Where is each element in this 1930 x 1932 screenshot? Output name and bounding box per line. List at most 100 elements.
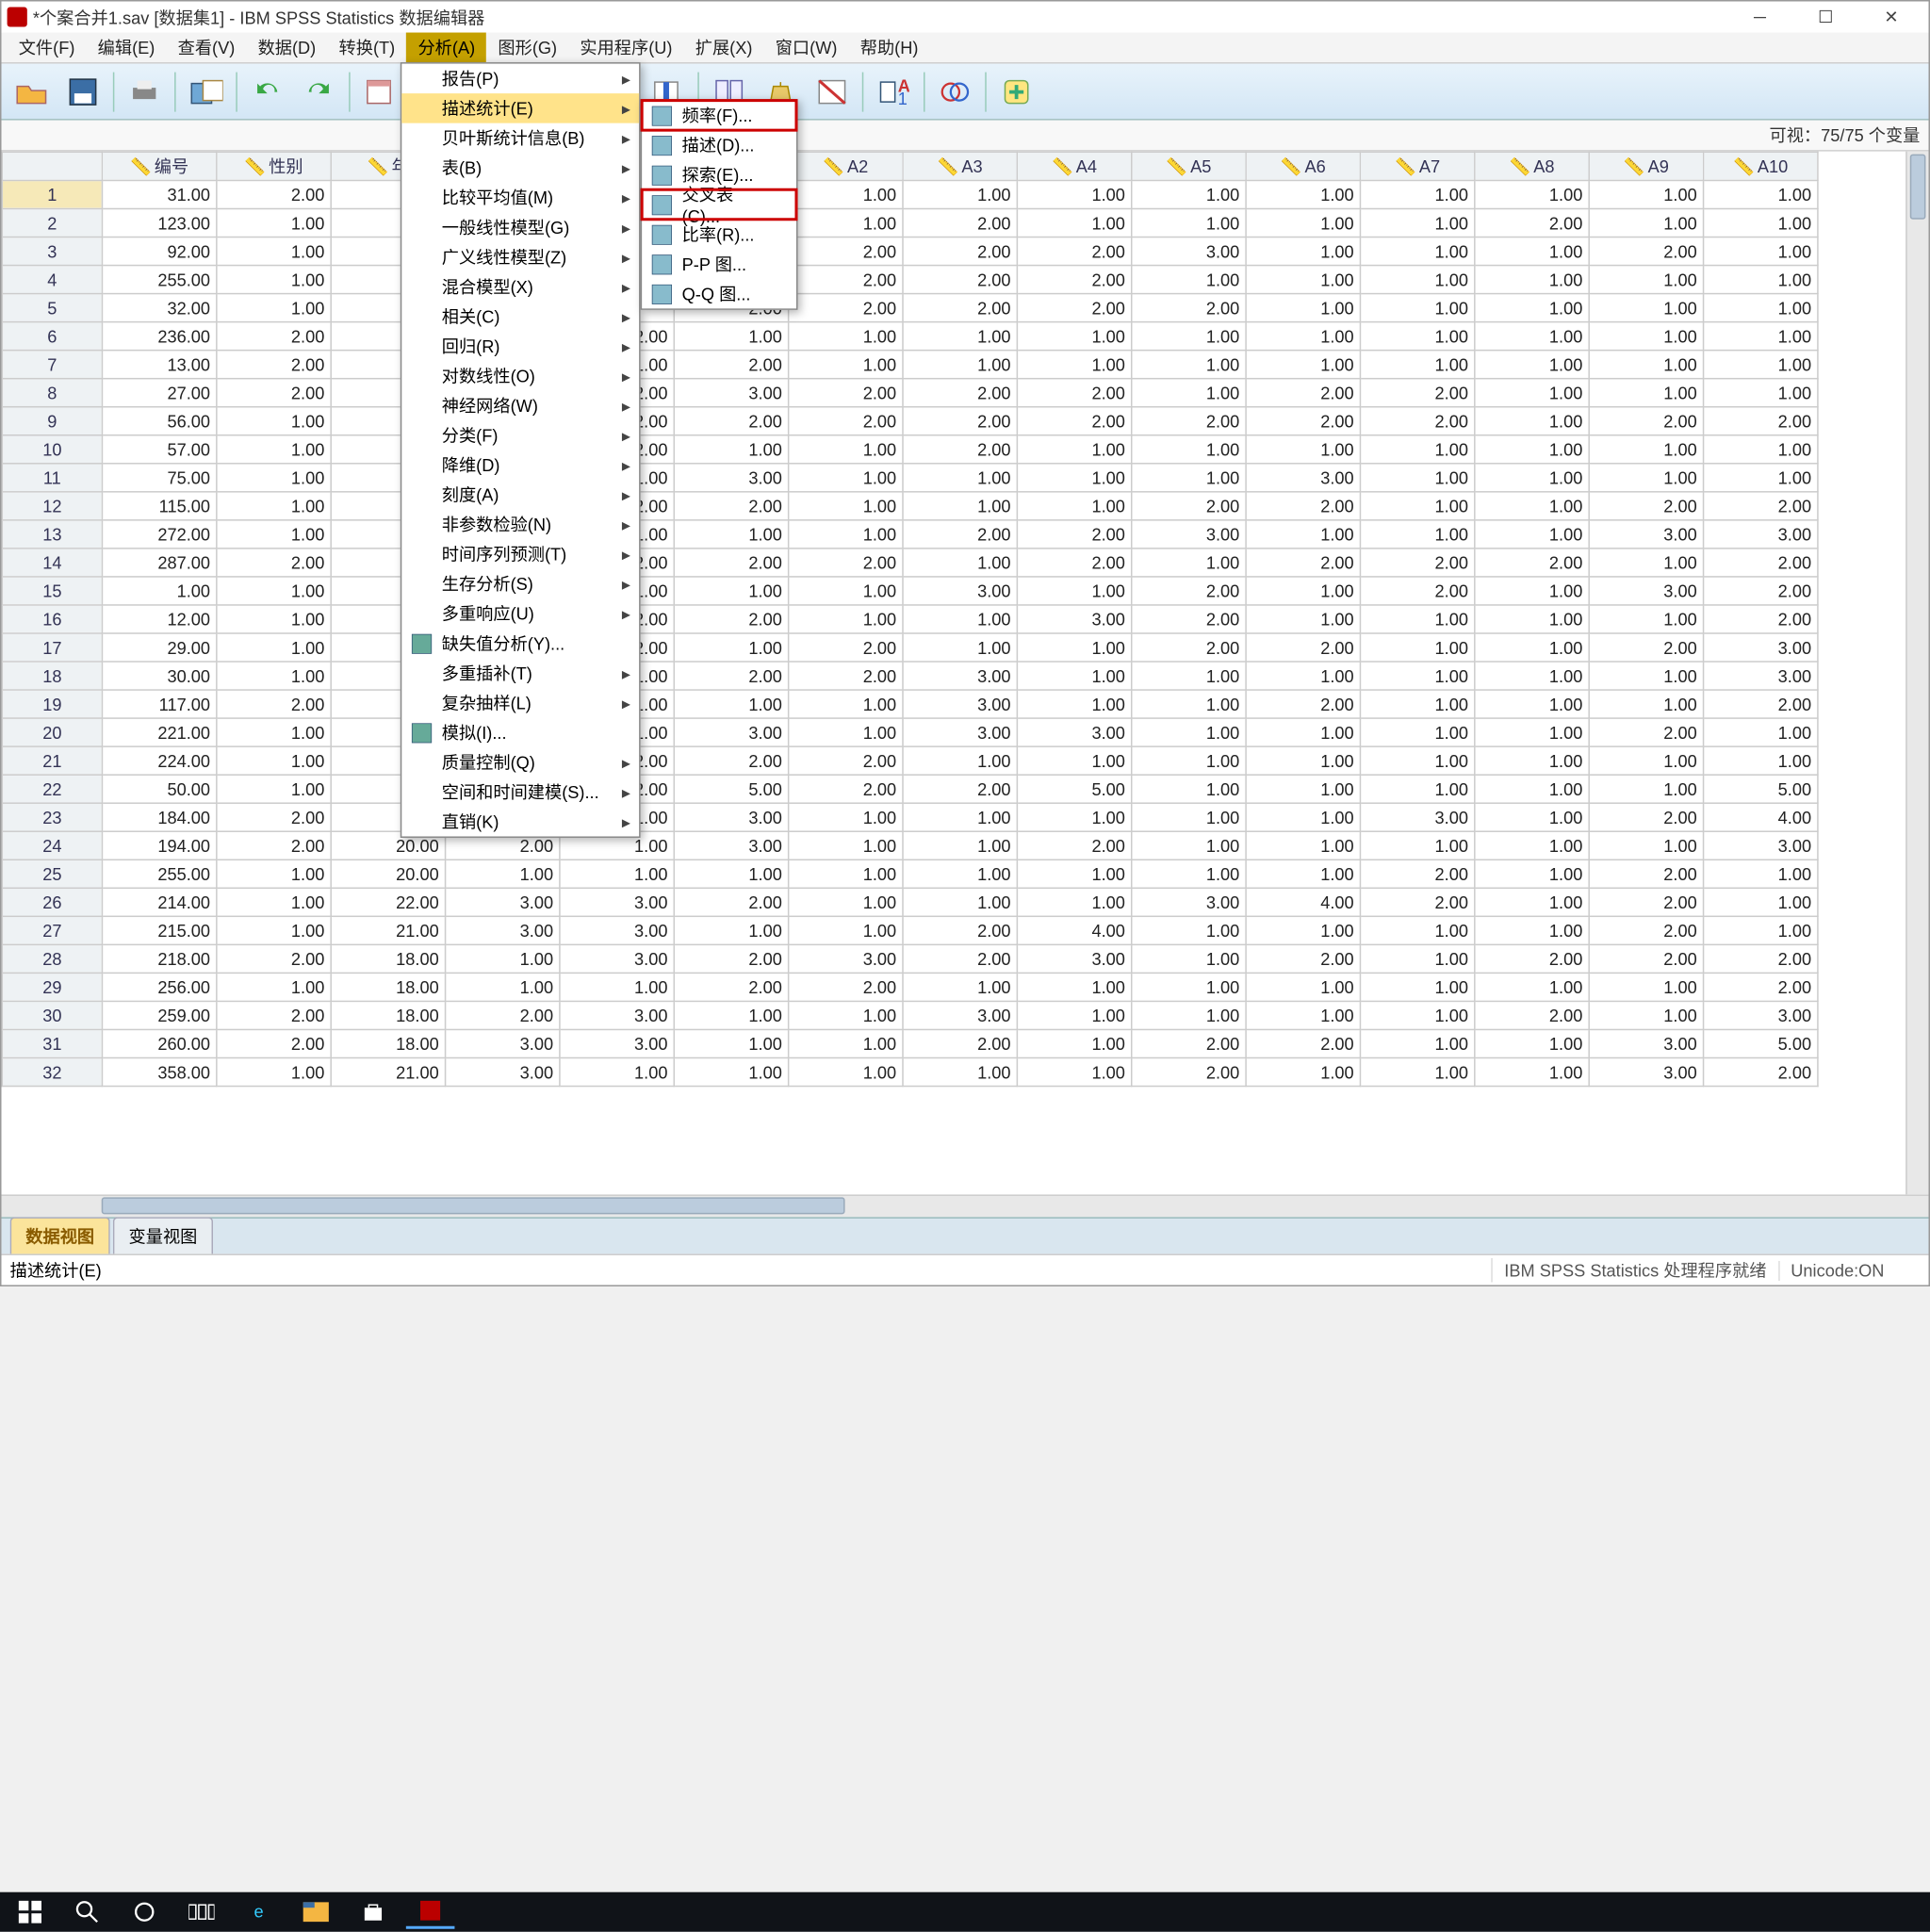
taskbar-store-icon[interactable] (349, 1895, 398, 1929)
data-cell[interactable]: 1.00 (1475, 888, 1589, 916)
data-cell[interactable]: 1.00 (903, 351, 1017, 379)
data-cell[interactable]: 2.00 (903, 294, 1017, 322)
data-cell[interactable]: 2.00 (217, 690, 331, 718)
data-cell[interactable]: 1.00 (217, 973, 331, 1001)
tab-variable-view[interactable]: 变量视图 (113, 1217, 213, 1253)
data-cell[interactable]: 20.00 (331, 860, 445, 888)
menu-8[interactable]: 扩展(X) (684, 33, 764, 63)
data-cell[interactable]: 1.00 (1360, 916, 1474, 944)
data-cell[interactable]: 1.00 (560, 973, 674, 1001)
data-cell[interactable]: 1.00 (1246, 775, 1360, 803)
data-cell[interactable]: 194.00 (102, 831, 216, 860)
tab-data-view[interactable]: 数据视图 (10, 1217, 110, 1253)
data-cell[interactable]: 1.00 (446, 973, 560, 1001)
data-cell[interactable]: 1.00 (1589, 208, 1703, 237)
row-header[interactable]: 25 (2, 860, 102, 888)
data-cell[interactable]: 2.00 (674, 944, 788, 973)
col-header[interactable]: 📏性别 (217, 152, 331, 180)
data-cell[interactable]: 221.00 (102, 718, 216, 746)
data-cell[interactable]: 1.00 (1704, 718, 1818, 746)
data-cell[interactable]: 1.00 (1704, 435, 1818, 464)
data-cell[interactable]: 1.00 (1017, 435, 1131, 464)
data-cell[interactable]: 2.00 (217, 803, 331, 831)
data-cell[interactable]: 1.00 (1360, 746, 1474, 775)
row-header[interactable]: 21 (2, 746, 102, 775)
data-cell[interactable]: 1.00 (1132, 831, 1246, 860)
data-cell[interactable]: 1.00 (217, 266, 331, 294)
analyze-item[interactable]: 空间和时间建模(S)...▸ (401, 777, 639, 807)
row-header[interactable]: 12 (2, 492, 102, 520)
data-cell[interactable]: 2.00 (1360, 577, 1474, 605)
data-cell[interactable]: 117.00 (102, 690, 216, 718)
use-sets-icon[interactable] (931, 69, 980, 114)
analyze-item[interactable]: 神经网络(W)▸ (401, 390, 639, 420)
data-cell[interactable]: 2.00 (1246, 944, 1360, 973)
data-cell[interactable]: 3.00 (446, 1057, 560, 1086)
data-cell[interactable]: 2.00 (1475, 208, 1589, 237)
analyze-item[interactable]: 广义线性模型(Z)▸ (401, 242, 639, 272)
data-cell[interactable]: 1.00 (1360, 973, 1474, 1001)
data-cell[interactable]: 1.00 (789, 718, 903, 746)
data-cell[interactable]: 1.00 (1475, 294, 1589, 322)
row-header[interactable]: 32 (2, 1057, 102, 1086)
data-cell[interactable]: 1.00 (1132, 322, 1246, 351)
data-cell[interactable]: 1.00 (1475, 520, 1589, 548)
data-cell[interactable]: 1.00 (1704, 266, 1818, 294)
data-cell[interactable]: 1.00 (789, 180, 903, 208)
data-cell[interactable]: 1.00 (1704, 464, 1818, 492)
data-cell[interactable]: 184.00 (102, 803, 216, 831)
data-cell[interactable]: 1.00 (1475, 662, 1589, 690)
data-cell[interactable]: 1.00 (217, 520, 331, 548)
data-cell[interactable]: 1.00 (1360, 605, 1474, 633)
data-cell[interactable]: 287.00 (102, 548, 216, 577)
data-cell[interactable]: 2.00 (1017, 520, 1131, 548)
print-icon[interactable] (120, 69, 169, 114)
data-cell[interactable]: 2.00 (789, 237, 903, 266)
data-cell[interactable]: 2.00 (1017, 294, 1131, 322)
data-cell[interactable]: 1.00 (1246, 208, 1360, 237)
data-cell[interactable]: 1.00 (1475, 351, 1589, 379)
cell-ref-input[interactable] (2, 121, 1761, 151)
data-cell[interactable]: 1.00 (1475, 803, 1589, 831)
data-cell[interactable]: 3.00 (674, 379, 788, 407)
data-cell[interactable]: 2.00 (1360, 379, 1474, 407)
data-cell[interactable]: 1.00 (1360, 266, 1474, 294)
data-cell[interactable]: 2.00 (1475, 1001, 1589, 1029)
data-cell[interactable]: 3.00 (1017, 605, 1131, 633)
data-cell[interactable]: 1.00 (903, 605, 1017, 633)
vertical-scrollbar[interactable] (1905, 152, 1928, 1195)
col-header[interactable]: 📏A8 (1475, 152, 1589, 180)
data-cell[interactable]: 1.00 (1475, 605, 1589, 633)
save-icon[interactable] (58, 69, 107, 114)
data-cell[interactable]: 1.00 (1704, 180, 1818, 208)
data-cell[interactable]: 2.00 (674, 605, 788, 633)
data-cell[interactable]: 2.00 (903, 520, 1017, 548)
data-cell[interactable]: 4.00 (1017, 916, 1131, 944)
data-cell[interactable]: 1.00 (1589, 351, 1703, 379)
data-cell[interactable]: 32.00 (102, 294, 216, 322)
row-header[interactable]: 24 (2, 831, 102, 860)
data-cell[interactable]: 30.00 (102, 662, 216, 690)
data-cell[interactable]: 1.00 (1589, 1001, 1703, 1029)
data-cell[interactable]: 1.00 (1360, 775, 1474, 803)
analyze-item[interactable]: 模拟(I)... (401, 717, 639, 747)
row-header[interactable]: 6 (2, 322, 102, 351)
data-cell[interactable]: 2.00 (1360, 407, 1474, 435)
data-cell[interactable]: 2.00 (1017, 407, 1131, 435)
data-cell[interactable]: 3.00 (1246, 464, 1360, 492)
data-cell[interactable]: 2.00 (217, 548, 331, 577)
data-cell[interactable]: 31.00 (102, 180, 216, 208)
row-header[interactable]: 22 (2, 775, 102, 803)
data-cell[interactable]: 1.00 (1246, 916, 1360, 944)
row-header[interactable]: 10 (2, 435, 102, 464)
data-cell[interactable]: 1.00 (789, 435, 903, 464)
data-cell[interactable]: 2.00 (217, 180, 331, 208)
data-cell[interactable]: 3.00 (903, 1001, 1017, 1029)
data-cell[interactable]: 2.00 (789, 662, 903, 690)
data-cell[interactable]: 1.00 (674, 1001, 788, 1029)
data-cell[interactable]: 236.00 (102, 322, 216, 351)
data-cell[interactable]: 2.00 (1246, 379, 1360, 407)
data-cell[interactable]: 2.00 (674, 407, 788, 435)
data-cell[interactable]: 1.00 (1017, 1057, 1131, 1086)
col-header[interactable]: 📏A3 (903, 152, 1017, 180)
